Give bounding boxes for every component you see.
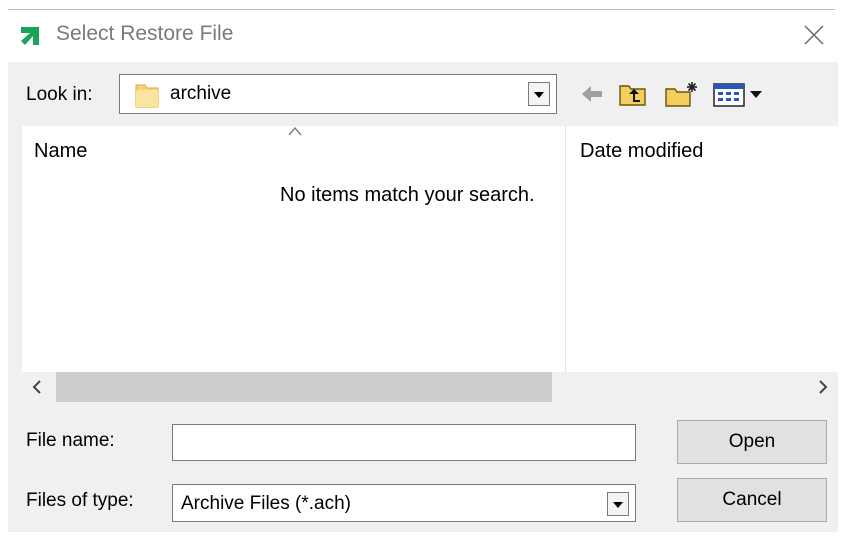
title-bar[interactable]: Select Restore File (0, 10, 841, 60)
scrollbar-thumb[interactable] (56, 372, 552, 402)
files-of-type-dropdown-button[interactable] (607, 492, 629, 516)
files-of-type-combobox[interactable]: Archive Files (*.ach) (172, 484, 636, 522)
empty-list-message: No items match your search. (280, 184, 535, 206)
look-in-dropdown-button[interactable] (528, 82, 550, 106)
file-name-label: File name: (26, 430, 115, 451)
app-arrow-icon (21, 27, 39, 45)
open-button-label: Open (728, 431, 776, 452)
look-in-value: archive (170, 83, 232, 104)
select-restore-file-dialog: Select Restore File Look in: archive Nam… (0, 0, 841, 540)
open-button[interactable]: Open (677, 420, 827, 464)
column-divider[interactable] (565, 126, 566, 372)
back-arrow-icon[interactable] (578, 80, 606, 108)
up-one-level-icon[interactable] (618, 80, 648, 108)
column-header-date-modified[interactable]: Date modified (580, 140, 703, 163)
cancel-button[interactable]: Cancel (677, 478, 827, 522)
files-of-type-value: Archive Files (*.ach) (181, 493, 351, 514)
file-list-view[interactable]: Name Date modified No items match your s… (22, 126, 838, 372)
column-header-name[interactable]: Name (34, 140, 87, 163)
folder-icon (135, 84, 159, 108)
close-icon[interactable] (801, 22, 827, 48)
scroll-left-icon[interactable] (26, 376, 48, 398)
new-folder-icon[interactable] (664, 80, 700, 108)
files-of-type-label: Files of type: (26, 490, 134, 511)
cancel-button-label: Cancel (722, 489, 782, 510)
scroll-right-icon[interactable] (812, 376, 834, 398)
horizontal-scrollbar[interactable] (22, 372, 838, 402)
view-menu-icon[interactable] (712, 80, 764, 108)
look-in-label: Look in: (26, 84, 93, 105)
file-name-input[interactable] (172, 424, 636, 461)
window-title: Select Restore File (56, 22, 234, 45)
look-in-combobox[interactable]: archive (119, 74, 557, 114)
sort-ascending-icon (288, 126, 302, 136)
